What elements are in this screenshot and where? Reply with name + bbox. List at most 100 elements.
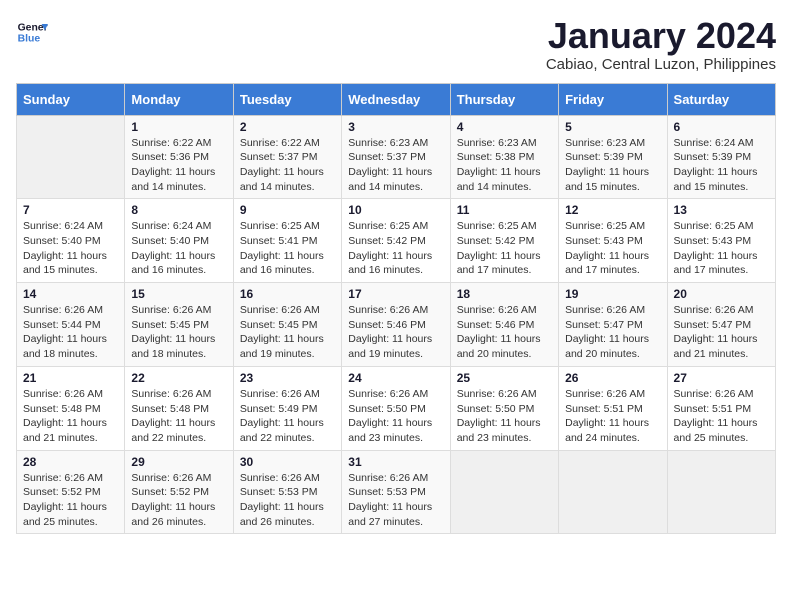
day-of-week-header: Wednesday	[342, 83, 450, 115]
day-of-week-header: Thursday	[450, 83, 558, 115]
day-info: Sunrise: 6:26 AM Sunset: 5:46 PM Dayligh…	[348, 303, 443, 362]
day-number: 27	[674, 371, 769, 385]
page-header: General Blue January 2024 Cabiao, Centra…	[16, 16, 776, 73]
day-info: Sunrise: 6:26 AM Sunset: 5:50 PM Dayligh…	[457, 387, 552, 446]
day-info: Sunrise: 6:23 AM Sunset: 5:39 PM Dayligh…	[565, 136, 660, 195]
calendar-table: SundayMondayTuesdayWednesdayThursdayFrid…	[16, 83, 776, 535]
day-number: 2	[240, 120, 335, 134]
calendar-cell: 2 Sunrise: 6:22 AM Sunset: 5:37 PM Daylig…	[233, 115, 341, 199]
calendar-week-row: 1 Sunrise: 6:22 AM Sunset: 5:36 PM Daylig…	[17, 115, 776, 199]
day-info: Sunrise: 6:26 AM Sunset: 5:46 PM Dayligh…	[457, 303, 552, 362]
day-info: Sunrise: 6:25 AM Sunset: 5:43 PM Dayligh…	[565, 219, 660, 278]
day-number: 10	[348, 203, 443, 217]
day-of-week-header: Tuesday	[233, 83, 341, 115]
day-info: Sunrise: 6:26 AM Sunset: 5:47 PM Dayligh…	[565, 303, 660, 362]
day-info: Sunrise: 6:26 AM Sunset: 5:53 PM Dayligh…	[240, 471, 335, 530]
day-number: 3	[348, 120, 443, 134]
day-info: Sunrise: 6:26 AM Sunset: 5:48 PM Dayligh…	[131, 387, 226, 446]
day-number: 31	[348, 455, 443, 469]
calendar-cell: 8 Sunrise: 6:24 AM Sunset: 5:40 PM Daylig…	[125, 199, 233, 283]
day-number: 5	[565, 120, 660, 134]
calendar-cell	[17, 115, 125, 199]
day-number: 1	[131, 120, 226, 134]
calendar-cell: 23 Sunrise: 6:26 AM Sunset: 5:49 PM Dayli…	[233, 366, 341, 450]
calendar-cell: 6 Sunrise: 6:24 AM Sunset: 5:39 PM Daylig…	[667, 115, 775, 199]
calendar-cell: 15 Sunrise: 6:26 AM Sunset: 5:45 PM Dayli…	[125, 283, 233, 367]
day-number: 17	[348, 287, 443, 301]
day-number: 18	[457, 287, 552, 301]
calendar-cell	[450, 450, 558, 534]
day-info: Sunrise: 6:25 AM Sunset: 5:42 PM Dayligh…	[348, 219, 443, 278]
day-number: 21	[23, 371, 118, 385]
day-of-week-header: Monday	[125, 83, 233, 115]
day-number: 22	[131, 371, 226, 385]
day-number: 16	[240, 287, 335, 301]
day-info: Sunrise: 6:25 AM Sunset: 5:41 PM Dayligh…	[240, 219, 335, 278]
day-info: Sunrise: 6:25 AM Sunset: 5:42 PM Dayligh…	[457, 219, 552, 278]
title-block: January 2024 Cabiao, Central Luzon, Phil…	[546, 16, 776, 73]
day-number: 4	[457, 120, 552, 134]
calendar-cell: 14 Sunrise: 6:26 AM Sunset: 5:44 PM Dayli…	[17, 283, 125, 367]
day-number: 28	[23, 455, 118, 469]
calendar-cell: 29 Sunrise: 6:26 AM Sunset: 5:52 PM Dayli…	[125, 450, 233, 534]
calendar-cell: 12 Sunrise: 6:25 AM Sunset: 5:43 PM Dayli…	[559, 199, 667, 283]
day-number: 30	[240, 455, 335, 469]
day-info: Sunrise: 6:24 AM Sunset: 5:40 PM Dayligh…	[131, 219, 226, 278]
day-info: Sunrise: 6:26 AM Sunset: 5:48 PM Dayligh…	[23, 387, 118, 446]
day-info: Sunrise: 6:26 AM Sunset: 5:51 PM Dayligh…	[565, 387, 660, 446]
day-info: Sunrise: 6:26 AM Sunset: 5:45 PM Dayligh…	[131, 303, 226, 362]
day-info: Sunrise: 6:26 AM Sunset: 5:49 PM Dayligh…	[240, 387, 335, 446]
day-info: Sunrise: 6:23 AM Sunset: 5:37 PM Dayligh…	[348, 136, 443, 195]
day-info: Sunrise: 6:24 AM Sunset: 5:39 PM Dayligh…	[674, 136, 769, 195]
day-info: Sunrise: 6:23 AM Sunset: 5:38 PM Dayligh…	[457, 136, 552, 195]
calendar-cell	[667, 450, 775, 534]
day-number: 26	[565, 371, 660, 385]
day-number: 13	[674, 203, 769, 217]
day-number: 24	[348, 371, 443, 385]
calendar-cell: 18 Sunrise: 6:26 AM Sunset: 5:46 PM Dayli…	[450, 283, 558, 367]
calendar-week-row: 14 Sunrise: 6:26 AM Sunset: 5:44 PM Dayli…	[17, 283, 776, 367]
calendar-cell: 30 Sunrise: 6:26 AM Sunset: 5:53 PM Dayli…	[233, 450, 341, 534]
subtitle: Cabiao, Central Luzon, Philippines	[546, 56, 776, 73]
day-info: Sunrise: 6:22 AM Sunset: 5:37 PM Dayligh…	[240, 136, 335, 195]
calendar-cell: 5 Sunrise: 6:23 AM Sunset: 5:39 PM Daylig…	[559, 115, 667, 199]
day-number: 19	[565, 287, 660, 301]
calendar-cell: 24 Sunrise: 6:26 AM Sunset: 5:50 PM Dayli…	[342, 366, 450, 450]
day-number: 6	[674, 120, 769, 134]
logo: General Blue	[16, 16, 48, 48]
calendar-cell: 31Sunrise: 6:26 AM Sunset: 5:53 PM Dayli…	[342, 450, 450, 534]
day-info: Sunrise: 6:25 AM Sunset: 5:43 PM Dayligh…	[674, 219, 769, 278]
day-info: Sunrise: 6:26 AM Sunset: 5:44 PM Dayligh…	[23, 303, 118, 362]
calendar-cell: 22 Sunrise: 6:26 AM Sunset: 5:48 PM Dayli…	[125, 366, 233, 450]
calendar-cell: 25Sunrise: 6:26 AM Sunset: 5:50 PM Dayli…	[450, 366, 558, 450]
day-info: Sunrise: 6:26 AM Sunset: 5:50 PM Dayligh…	[348, 387, 443, 446]
day-number: 8	[131, 203, 226, 217]
day-number: 23	[240, 371, 335, 385]
calendar-cell: 11 Sunrise: 6:25 AM Sunset: 5:42 PM Dayli…	[450, 199, 558, 283]
day-number: 9	[240, 203, 335, 217]
calendar-cell: 10 Sunrise: 6:25 AM Sunset: 5:42 PM Dayli…	[342, 199, 450, 283]
calendar-cell: 20Sunrise: 6:26 AM Sunset: 5:47 PM Dayli…	[667, 283, 775, 367]
day-number: 14	[23, 287, 118, 301]
calendar-cell: 16 Sunrise: 6:26 AM Sunset: 5:45 PM Dayli…	[233, 283, 341, 367]
calendar-cell: 21 Sunrise: 6:26 AM Sunset: 5:48 PM Dayli…	[17, 366, 125, 450]
day-of-week-header: Friday	[559, 83, 667, 115]
day-number: 12	[565, 203, 660, 217]
day-number: 11	[457, 203, 552, 217]
calendar-week-row: 28 Sunrise: 6:26 AM Sunset: 5:52 PM Dayli…	[17, 450, 776, 534]
calendar-cell: 4 Sunrise: 6:23 AM Sunset: 5:38 PM Daylig…	[450, 115, 558, 199]
day-number: 7	[23, 203, 118, 217]
calendar-week-row: 21 Sunrise: 6:26 AM Sunset: 5:48 PM Dayli…	[17, 366, 776, 450]
day-info: Sunrise: 6:26 AM Sunset: 5:52 PM Dayligh…	[131, 471, 226, 530]
calendar-body: 1 Sunrise: 6:22 AM Sunset: 5:36 PM Daylig…	[17, 115, 776, 534]
calendar-cell: 3 Sunrise: 6:23 AM Sunset: 5:37 PM Daylig…	[342, 115, 450, 199]
calendar-cell: 27Sunrise: 6:26 AM Sunset: 5:51 PM Dayli…	[667, 366, 775, 450]
day-number: 29	[131, 455, 226, 469]
calendar-cell: 17 Sunrise: 6:26 AM Sunset: 5:46 PM Dayli…	[342, 283, 450, 367]
day-info: Sunrise: 6:26 AM Sunset: 5:45 PM Dayligh…	[240, 303, 335, 362]
day-number: 15	[131, 287, 226, 301]
day-info: Sunrise: 6:24 AM Sunset: 5:40 PM Dayligh…	[23, 219, 118, 278]
day-info: Sunrise: 6:26 AM Sunset: 5:52 PM Dayligh…	[23, 471, 118, 530]
day-info: Sunrise: 6:22 AM Sunset: 5:36 PM Dayligh…	[131, 136, 226, 195]
calendar-week-row: 7 Sunrise: 6:24 AM Sunset: 5:40 PM Daylig…	[17, 199, 776, 283]
